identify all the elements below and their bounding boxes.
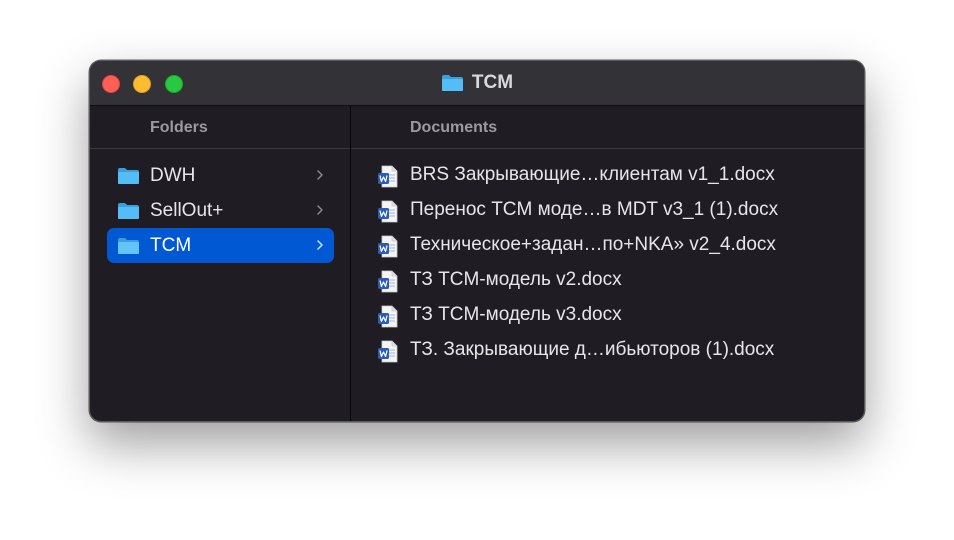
folder-icon xyxy=(117,237,140,255)
document-item[interactable]: ТЗ TCM-модель v2.docx xyxy=(378,266,858,296)
word-document-icon xyxy=(378,235,398,258)
folder-item-sellout[interactable]: SellOut+ xyxy=(107,193,334,228)
word-document-icon xyxy=(378,340,398,363)
document-item[interactable]: Перенос TCM моде…в MDT v3_1 (1).docx xyxy=(378,196,858,226)
document-label: ТЗ TCM-модель v3.docx xyxy=(410,304,622,325)
document-label: Перенос TCM моде…в MDT v3_1 (1).docx xyxy=(410,199,779,220)
folders-column-header: Folders xyxy=(90,106,350,149)
chevron-right-icon xyxy=(317,170,323,180)
folder-item-label: SellOut+ xyxy=(150,200,224,221)
document-label: ТЗ TCM-модель v2.docx xyxy=(410,269,622,290)
chevron-right-icon xyxy=(317,240,323,250)
folders-column: Folders DWH SellOut+ TCM xyxy=(90,106,351,421)
folder-item-label: TCM xyxy=(150,235,192,256)
folder-icon xyxy=(117,167,140,185)
document-item[interactable]: ТЗ TCM-модель v3.docx xyxy=(378,301,858,331)
word-document-icon xyxy=(378,165,398,188)
documents-column-header: Documents xyxy=(351,106,864,149)
folder-icon xyxy=(117,202,140,220)
documents-header-label: Documents xyxy=(410,119,498,136)
word-document-icon xyxy=(378,270,398,293)
word-document-icon xyxy=(378,200,398,223)
document-label: ТЗ. Закрывающие д…ибьюторов (1).docx xyxy=(410,339,775,360)
folder-item-label: DWH xyxy=(150,165,196,186)
word-document-icon xyxy=(378,305,398,328)
document-item[interactable]: ТЗ. Закрывающие д…ибьюторов (1).docx xyxy=(378,336,858,366)
document-label: BRS Закрывающие…клиентам v1_1.docx xyxy=(410,164,775,185)
title-bar[interactable]: TCM xyxy=(90,61,864,106)
document-item[interactable]: Техническое+задан…по+NKA» v2_4.docx xyxy=(378,231,858,261)
document-item[interactable]: BRS Закрывающие…клиентам v1_1.docx xyxy=(378,161,858,191)
folder-item-tcm[interactable]: TCM xyxy=(107,228,334,263)
window-title: TCM xyxy=(471,72,514,93)
document-label: Техническое+задан…по+NKA» v2_4.docx xyxy=(410,234,776,255)
finder-window: TCM Folders DWH SellOut+ TCM Documents B… xyxy=(89,60,865,422)
folders-header-label: Folders xyxy=(150,119,208,136)
folder-icon xyxy=(441,74,464,92)
window-title-group: TCM xyxy=(90,61,864,105)
folder-item-dwh[interactable]: DWH xyxy=(107,158,334,193)
chevron-right-icon xyxy=(317,205,323,215)
documents-column: Documents BRS Закрывающие…клиентам v1_1.… xyxy=(351,106,864,421)
